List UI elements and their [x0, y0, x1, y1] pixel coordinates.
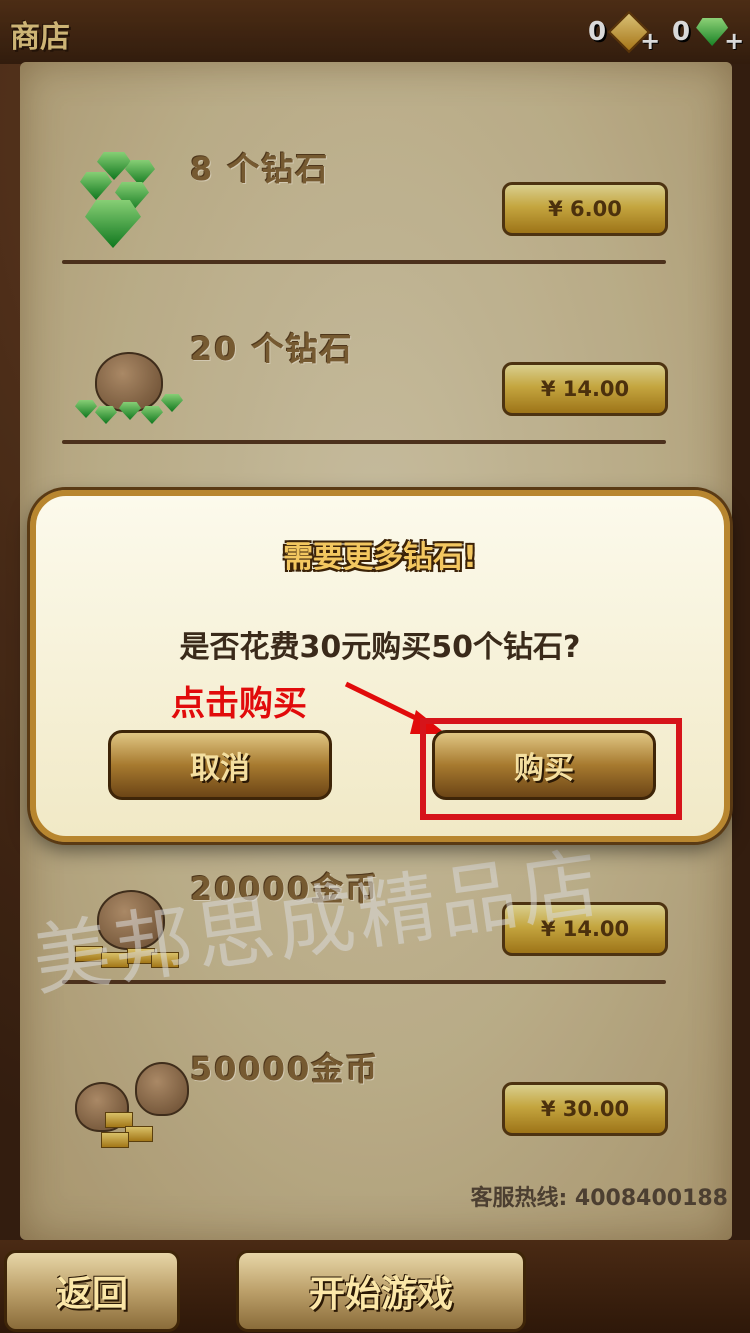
back-button[interactable]: 返回: [4, 1250, 180, 1332]
start-game-button[interactable]: 开始游戏: [236, 1250, 526, 1332]
dialog-title: 需要更多钻石!: [283, 540, 477, 575]
highlight-box: [420, 718, 682, 820]
cancel-button[interactable]: 取消: [108, 730, 332, 800]
annotation-label: 点击购买: [171, 684, 307, 724]
purchase-dialog: 需要更多钻石! 是否花费30元购买50个钻石? 点击购买 取消 购买: [30, 490, 730, 842]
dialog-message: 是否花费30元购买50个钻石?: [179, 630, 581, 665]
